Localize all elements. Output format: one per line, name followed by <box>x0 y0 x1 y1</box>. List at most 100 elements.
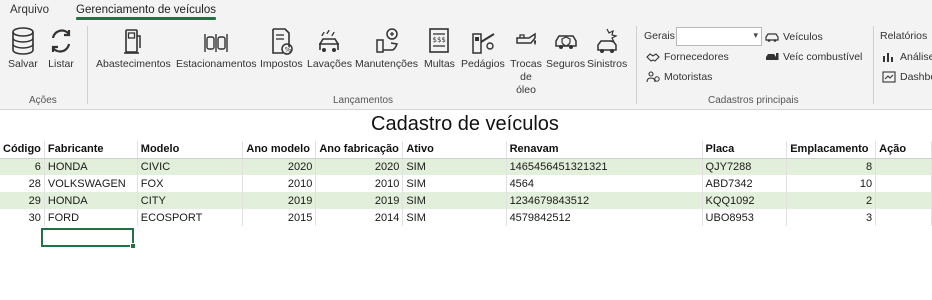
abastecimentos-label: Abastecimentos <box>96 58 171 70</box>
impostos-button[interactable]: % Impostos <box>260 26 303 71</box>
tab-arquivo[interactable]: Arquivo <box>10 4 49 16</box>
table-cell[interactable]: ECOSPORT <box>137 209 244 226</box>
toll-booth-icon <box>472 33 495 54</box>
fornecedores-button[interactable]: Fornecedores <box>646 51 729 63</box>
spreadsheet[interactable]: Cadastro de veículos Código Fabricante M… <box>0 111 932 300</box>
header-fabricante[interactable]: Fabricante <box>44 141 138 159</box>
analise-button[interactable]: Análise <box>882 51 932 63</box>
selected-cell[interactable] <box>41 228 134 247</box>
chevron-down-icon[interactable]: ▾ <box>753 30 758 41</box>
table-cell[interactable]: UBO8953 <box>702 209 788 226</box>
table-cell[interactable] <box>875 209 932 226</box>
table-cell[interactable]: 2014 <box>315 209 404 226</box>
table-cell[interactable]: 30 <box>0 209 45 226</box>
table-cell[interactable]: 2019 <box>242 192 317 209</box>
dashboard-label: Dashbo <box>900 71 932 83</box>
table-cell[interactable]: 2015 <box>242 209 317 226</box>
salvar-button[interactable]: Salvar <box>8 26 38 71</box>
header-codigo[interactable]: Código <box>0 141 45 159</box>
table-cell[interactable]: 1234679843512 <box>506 192 703 209</box>
table-cell[interactable]: 29 <box>0 192 45 209</box>
veiculos-button[interactable]: Veículos <box>765 31 823 43</box>
table-cell[interactable]: SIM <box>402 209 507 226</box>
gerais-label: Gerais <box>644 30 675 42</box>
oil-can-icon <box>516 32 536 45</box>
sinistros-button[interactable]: Sinistros <box>587 26 627 71</box>
pedagios-label: Pedágios <box>461 58 505 70</box>
table-cell[interactable]: KQQ1092 <box>702 192 788 209</box>
table-cell[interactable]: HONDA <box>44 192 138 209</box>
table-cell[interactable]: 28 <box>0 175 45 192</box>
header-ano-modelo[interactable]: Ano modelo <box>242 141 317 159</box>
veiculos-label: Veículos <box>783 31 823 43</box>
header-renavam[interactable]: Renavam <box>506 141 703 159</box>
table-header-row: Código Fabricante Modelo Ano modelo Ano … <box>0 141 932 159</box>
table-cell[interactable]: HONDA <box>44 158 138 175</box>
trocas-de-oleo-button[interactable]: Trocas de óleo <box>509 26 543 97</box>
table-cell[interactable]: 4564 <box>506 175 703 192</box>
seguros-button[interactable]: Seguros <box>546 26 585 71</box>
table-cell[interactable]: 6 <box>0 158 45 175</box>
table-cell[interactable]: ABD7342 <box>702 175 788 192</box>
table-cell[interactable]: VOLKSWAGEN <box>44 175 138 192</box>
dashboard-icon <box>882 71 896 83</box>
refresh-icon <box>51 29 71 53</box>
table-cell[interactable]: 1465456451321321 <box>506 158 703 175</box>
table-cell[interactable]: CITY <box>137 192 244 209</box>
table-cell[interactable]: 2 <box>786 192 877 209</box>
veic-combustivel-button[interactable]: Veíc combustível <box>765 51 862 63</box>
table-cell[interactable] <box>875 158 932 175</box>
maintenance-icon <box>375 28 398 53</box>
table-cell[interactable]: 2010 <box>242 175 317 192</box>
header-ano-fabricacao[interactable]: Ano fabricação <box>315 141 404 159</box>
estacionamentos-button[interactable]: Estacionamentos <box>176 26 257 71</box>
car-fuel-icon <box>766 53 779 60</box>
fill-handle[interactable] <box>130 243 136 249</box>
table-cell[interactable]: 3 <box>786 209 877 226</box>
table-cell[interactable]: FOX <box>137 175 244 192</box>
separator <box>87 26 88 104</box>
motoristas-label: Motoristas <box>664 71 713 83</box>
veic-combustivel-label: Veíc combustível <box>783 51 863 63</box>
dashboard-button[interactable]: Dashbo <box>882 71 932 83</box>
table-cell[interactable]: 2020 <box>315 158 404 175</box>
table-cell[interactable]: 10 <box>786 175 877 192</box>
tab-gerenciamento-veiculos[interactable]: Gerenciamento de veículos <box>76 4 216 20</box>
header-emplacamento[interactable]: Emplacamento <box>786 141 877 159</box>
table-cell[interactable]: 2019 <box>315 192 404 209</box>
table-cell[interactable]: QJY7288 <box>702 158 788 175</box>
table-cell[interactable]: 4579842512 <box>506 209 703 226</box>
header-acao[interactable]: Ação <box>875 141 932 159</box>
table-row: 6 HONDA CIVIC 2020 2020 SIM 1465456451321321 QJ… <box>0 158 932 175</box>
listar-button[interactable]: Listar <box>47 26 75 71</box>
gerais-combobox[interactable]: ▾ <box>676 27 762 46</box>
table-cell[interactable]: SIM <box>402 192 507 209</box>
lavacoes-button[interactable]: Lavações <box>307 26 352 71</box>
header-placa[interactable]: Placa <box>702 141 788 159</box>
table-cell[interactable]: 2020 <box>242 158 317 175</box>
manutencoes-label: Manutenções <box>355 58 419 70</box>
manutencoes-button[interactable]: Manutenções <box>355 26 418 71</box>
header-ativo[interactable]: Ativo <box>402 141 507 159</box>
relatorios-label: Relatórios <box>880 30 928 42</box>
table-cell[interactable]: SIM <box>402 158 507 175</box>
analise-label: Análise <box>900 51 932 63</box>
motoristas-button[interactable]: Motoristas <box>646 71 712 83</box>
tax-document-icon: % <box>272 28 294 55</box>
table-cell[interactable] <box>875 192 932 209</box>
abastecimentos-button[interactable]: Abastecimentos <box>96 26 171 71</box>
lavacoes-label: Lavações <box>307 58 352 70</box>
fornecedores-label: Fornecedores <box>664 51 729 63</box>
separator <box>873 26 874 104</box>
table-cell[interactable]: FORD <box>44 209 138 226</box>
table-cell[interactable]: SIM <box>402 175 507 192</box>
table-cell[interactable]: 8 <box>786 158 877 175</box>
pedagios-button[interactable]: Pedágios <box>461 26 505 71</box>
table-cell[interactable]: CIVIC <box>137 158 244 175</box>
driver-icon <box>646 71 660 83</box>
table-cell[interactable] <box>875 175 932 192</box>
multas-button[interactable]: $$$ Multas <box>424 26 455 71</box>
table-cell[interactable]: 2010 <box>315 175 404 192</box>
car-insurance-icon <box>554 35 577 49</box>
header-modelo[interactable]: Modelo <box>137 141 244 159</box>
